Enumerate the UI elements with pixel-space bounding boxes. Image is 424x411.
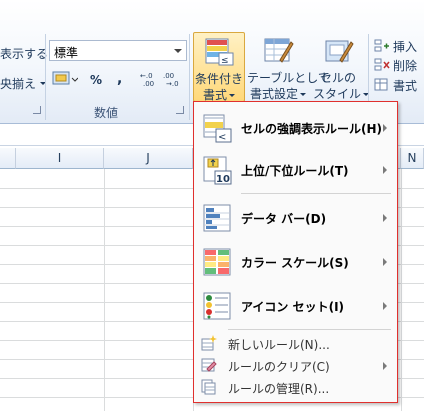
wrap-text-button-label[interactable]: 表示する [0, 45, 48, 62]
format-as-table-button[interactable]: テーブルとして 書式設定 [247, 32, 330, 102]
column-header-j-text: J [146, 151, 150, 165]
column-header-j[interactable]: J [104, 148, 193, 169]
chevron-down-icon[interactable] [174, 49, 182, 53]
menu-item-top-bottom-rules[interactable]: 10 上位/下位ルール(T) [194, 152, 397, 188]
chevron-right-icon [383, 124, 387, 132]
cell-styles-label-1: セルの [319, 71, 356, 85]
menu-item-highlight-cells-rules[interactable]: < セルの強調表示ルール(H) [194, 110, 397, 146]
alignment-group-launcher[interactable] [33, 106, 41, 114]
chevron-right-icon [383, 302, 387, 310]
menu-item-new-rule[interactable]: 新しいルール(N)... [194, 333, 397, 353]
decrease-decimal-icon[interactable]: .00 →.0 [163, 70, 183, 88]
comma-style-button[interactable]: , [117, 71, 122, 87]
chevron-right-icon [383, 258, 387, 266]
format-table-label-2-text: 書式設定 [249, 87, 298, 101]
menu-item-manage-rules[interactable]: ルールの管理(R)... [194, 377, 397, 397]
cell-styles-icon [325, 40, 354, 63]
menu-item-icon-sets[interactable]: アイコン セット(I) [194, 288, 397, 324]
format-table-label-1: テーブルとして [247, 71, 330, 85]
chevron-right-icon [383, 166, 387, 174]
column-header-i[interactable]: I [16, 148, 104, 169]
menu-item-label: 上位/下位ルール(T) [241, 164, 349, 178]
menu-item-data-bars[interactable]: データ バー(D) [194, 200, 397, 236]
manage-rules-icon [201, 379, 216, 395]
conditional-formatting-button[interactable]: ≤ 条件付き 書式 [193, 32, 245, 102]
menu-item-label: ルールの管理(R)... [228, 382, 330, 396]
group-separator [189, 34, 190, 120]
format-table-label-2: 書式設定 [247, 85, 309, 102]
menu-item-color-scales[interactable]: カラー スケール(S) [194, 244, 397, 280]
insert-cells-icon[interactable] [374, 39, 390, 53]
highlight-cells-rules-icon: < [203, 114, 232, 143]
number-group-label: 数値 [94, 106, 119, 120]
chevron-down-icon [300, 93, 306, 96]
number-group-launcher[interactable] [176, 106, 184, 114]
delete-button-label[interactable]: 削除 [393, 57, 417, 74]
merge-center-button-label[interactable]: 央揃え [0, 75, 36, 92]
increase-decimal-icon[interactable]: ←.0 .00 [140, 70, 160, 88]
conditional-formatting-menu: < セルの強調表示ルール(H) 10 上位/下位ルール(T) データ バー(D)… [193, 101, 398, 403]
data-bars-icon [203, 204, 231, 232]
menu-separator [228, 329, 391, 330]
gridline [104, 169, 105, 411]
column-header-n[interactable]: N [401, 148, 424, 169]
menu-item-label: アイコン セット(I) [241, 300, 345, 314]
cf-button-label-1: 条件付き [194, 72, 243, 86]
conditional-formatting-icon: ≤ [205, 38, 234, 66]
cf-button-label-2-text: 書式 [202, 88, 227, 102]
menu-item-label: カラー スケール(S) [241, 256, 349, 270]
svg-text:→.0: →.0 [166, 80, 179, 88]
svg-text:10: 10 [216, 174, 230, 185]
menu-item-label: 新しいルール(N)... [228, 338, 330, 352]
menu-item-clear-rules[interactable]: ルールのクリア(C) [194, 355, 397, 375]
chevron-down-icon [229, 94, 235, 97]
cell-styles-label-2: スタイル [313, 85, 370, 102]
top-bottom-rules-icon: 10 [203, 156, 232, 185]
chevron-right-icon [383, 362, 387, 370]
accounting-format-icon[interactable] [52, 70, 78, 88]
delete-cells-icon[interactable] [374, 58, 390, 72]
gridline [401, 169, 402, 411]
svg-text:≤: ≤ [221, 56, 229, 66]
svg-text:←.0: ←.0 [140, 72, 153, 80]
clear-rules-icon [201, 358, 217, 372]
number-format-combo[interactable]: 標準 [49, 40, 187, 61]
number-format-value: 標準 [54, 46, 79, 60]
menu-item-label: データ バー(D) [241, 212, 327, 226]
format-cells-icon[interactable] [374, 78, 390, 92]
new-rule-icon [201, 335, 217, 351]
cell-styles-label-2-text: スタイル [313, 87, 362, 101]
svg-text:.00: .00 [143, 80, 154, 88]
color-scales-icon [203, 248, 231, 276]
insert-button-label[interactable]: 挿入 [393, 38, 417, 55]
cell-styles-button[interactable]: セルの スタイル [313, 32, 370, 102]
svg-text:<: < [218, 132, 226, 143]
column-header-partial[interactable] [0, 148, 16, 169]
chevron-right-icon [383, 214, 387, 222]
icon-sets-icon [203, 292, 231, 320]
format-button-label[interactable]: 書式 [393, 77, 417, 94]
menu-separator [241, 193, 391, 194]
ribbon-top-strip [0, 0, 424, 31]
svg-text:.00: .00 [163, 72, 174, 80]
format-as-table-icon [264, 38, 294, 63]
menu-item-label: ルールのクリア(C) [228, 360, 330, 374]
percent-style-button[interactable]: % [90, 73, 102, 87]
menu-item-label: セルの強調表示ルール(H) [241, 122, 383, 136]
group-separator [45, 34, 46, 120]
